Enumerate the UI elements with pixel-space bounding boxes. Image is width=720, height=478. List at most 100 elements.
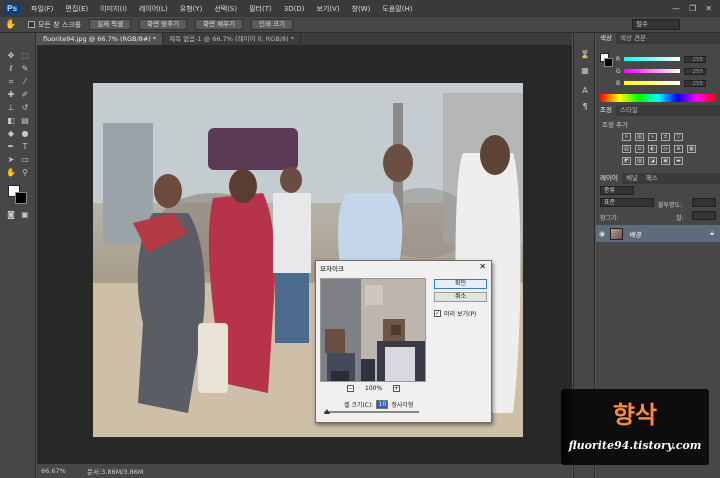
hue-sat-icon[interactable]: ▤ bbox=[622, 145, 631, 153]
bw-icon[interactable]: ◐ bbox=[648, 145, 657, 153]
fill-input[interactable] bbox=[692, 211, 716, 220]
tab-channels[interactable]: 채널 bbox=[622, 173, 642, 184]
checkbox-box[interactable] bbox=[28, 21, 35, 28]
cell-size-slider[interactable] bbox=[324, 411, 419, 413]
eyedropper-tool-icon[interactable]: ⁄ bbox=[19, 76, 31, 87]
dodge-tool-icon[interactable]: ● bbox=[19, 128, 31, 139]
marquee-tool-icon[interactable]: ⬚ bbox=[19, 50, 31, 61]
path-select-icon[interactable]: ➤ bbox=[5, 154, 17, 165]
color-balance-icon[interactable]: ⚖ bbox=[635, 145, 644, 153]
threshold-icon[interactable]: ◪ bbox=[648, 157, 657, 165]
brightness-icon[interactable]: ☼ bbox=[622, 133, 631, 141]
ok-button[interactable]: 확인 bbox=[434, 279, 487, 289]
green-value[interactable]: 255 bbox=[684, 67, 706, 75]
gradient-map-icon[interactable]: ▬ bbox=[674, 157, 683, 165]
preview-checkbox[interactable]: ✓ 미리 보기(P) bbox=[434, 309, 476, 318]
blur-tool-icon[interactable]: ◆ bbox=[5, 128, 17, 139]
layer-name[interactable]: 배경 bbox=[629, 229, 641, 239]
quick-select-tool-icon[interactable]: ✎ bbox=[19, 63, 31, 74]
close-icon[interactable]: ✕ bbox=[705, 4, 712, 13]
channel-mixer-icon[interactable]: ⊕ bbox=[674, 145, 683, 153]
history-icon[interactable]: ⌛ bbox=[579, 49, 591, 60]
hand-tool-icon[interactable]: ✋ bbox=[5, 167, 17, 178]
menu-layer[interactable]: 레이어(L) bbox=[139, 4, 168, 14]
print-size-button[interactable]: 인쇄 크기 bbox=[251, 19, 294, 30]
menu-select[interactable]: 선택(S) bbox=[214, 4, 237, 14]
restore-icon[interactable]: ❐ bbox=[689, 4, 696, 13]
lookup-icon[interactable]: ▦ bbox=[687, 145, 696, 153]
tab-paths[interactable]: 패스 bbox=[642, 173, 662, 184]
minimize-icon[interactable]: — bbox=[672, 4, 680, 13]
tab-swatches[interactable]: 색상 견본 bbox=[616, 33, 650, 44]
close-icon[interactable]: ✕ bbox=[479, 262, 486, 271]
quick-mask-icon[interactable]: ◙ bbox=[5, 209, 17, 220]
stamp-tool-icon[interactable]: ⊥ bbox=[5, 102, 17, 113]
menu-edit[interactable]: 편집(E) bbox=[65, 4, 88, 14]
character-icon[interactable]: A bbox=[579, 85, 591, 96]
selective-color-icon[interactable]: ▣ bbox=[661, 157, 670, 165]
blend-mode-select[interactable]: 표준 bbox=[600, 198, 654, 207]
gradient-tool-icon[interactable]: ▤ bbox=[19, 115, 31, 126]
history-brush-icon[interactable]: ↺ bbox=[19, 102, 31, 113]
vibrance-icon[interactable]: ▽ bbox=[674, 133, 683, 141]
pen-tool-icon[interactable]: ✒ bbox=[5, 141, 17, 152]
color-spectrum-bar[interactable] bbox=[600, 94, 716, 102]
photo-filter-icon[interactable]: ◎ bbox=[661, 145, 670, 153]
green-bar[interactable] bbox=[624, 69, 680, 73]
brush-tool-icon[interactable]: ✐ bbox=[19, 89, 31, 100]
zoom-out-button[interactable]: − bbox=[347, 385, 354, 392]
check-icon[interactable]: ✓ bbox=[434, 310, 441, 317]
hand-icon[interactable]: ✋ bbox=[4, 19, 18, 31]
zoom-tool-icon[interactable]: ⚲ bbox=[19, 167, 31, 178]
red-bar[interactable] bbox=[624, 57, 680, 61]
blue-value[interactable]: 255 bbox=[684, 79, 706, 87]
zoom-in-button[interactable]: + bbox=[393, 385, 400, 392]
exposure-icon[interactable]: ± bbox=[661, 133, 670, 141]
opacity-input[interactable] bbox=[692, 198, 716, 207]
tab-layers[interactable]: 레이어 bbox=[596, 173, 622, 184]
red-slider[interactable]: R 255 bbox=[616, 55, 716, 63]
paragraph-icon[interactable]: ¶ bbox=[579, 101, 591, 112]
scroll-all-windows-checkbox[interactable]: 모든 창 스크롤 bbox=[28, 20, 81, 30]
cell-size-input[interactable]: 10 bbox=[376, 400, 389, 409]
workspace-select[interactable]: 필수 bbox=[632, 19, 680, 30]
zoom-level[interactable]: 66.67% bbox=[37, 467, 73, 475]
tab-styles[interactable]: 스타일 bbox=[616, 105, 642, 116]
type-tool-icon[interactable]: T bbox=[19, 141, 31, 152]
levels-icon[interactable]: ▥ bbox=[635, 133, 644, 141]
lasso-tool-icon[interactable]: ℓ bbox=[5, 63, 17, 74]
invert-icon[interactable]: ◩ bbox=[622, 157, 631, 165]
menu-file[interactable]: 파일(F) bbox=[31, 4, 53, 14]
posterize-icon[interactable]: ▨ bbox=[635, 157, 644, 165]
menu-3d[interactable]: 3D(D) bbox=[284, 5, 305, 13]
background-color-swatch[interactable] bbox=[15, 192, 27, 204]
fit-screen-button[interactable]: 화면 맞추기 bbox=[139, 19, 188, 30]
shape-tool-icon[interactable]: ▭ bbox=[19, 154, 31, 165]
tab-color[interactable]: 색상 bbox=[596, 33, 616, 44]
color-bg-swatch[interactable] bbox=[604, 58, 613, 67]
properties-icon[interactable]: ▦ bbox=[579, 65, 591, 76]
layer-filter-select[interactable]: 종류 bbox=[600, 186, 634, 195]
move-tool-icon[interactable]: ✥ bbox=[5, 50, 17, 61]
actual-pixels-button[interactable]: 실제 픽셀 bbox=[89, 19, 132, 30]
tab-untitled-1[interactable]: 제목 없음-1 @ 66.7% (레이어 0, RGB/8) * bbox=[163, 33, 301, 45]
red-value[interactable]: 255 bbox=[684, 55, 706, 63]
menu-filter[interactable]: 필터(T) bbox=[249, 4, 272, 14]
menu-window[interactable]: 창(W) bbox=[352, 4, 371, 14]
tab-adjustments[interactable]: 조정 bbox=[596, 105, 616, 116]
tab-fluorite94[interactable]: fluorite94.jpg @ 66.7% (RGB/8#) * bbox=[37, 33, 164, 45]
cancel-button[interactable]: 취소 bbox=[434, 292, 487, 302]
curves-icon[interactable]: ∿ bbox=[648, 133, 657, 141]
filter-preview[interactable] bbox=[320, 278, 426, 382]
green-slider[interactable]: G 255 bbox=[616, 67, 716, 75]
menu-help[interactable]: 도움말(H) bbox=[382, 4, 412, 14]
screen-mode-icon[interactable]: ▣ bbox=[19, 209, 31, 220]
menu-view[interactable]: 보기(V) bbox=[316, 4, 339, 14]
menu-image[interactable]: 이미지(I) bbox=[100, 4, 127, 14]
slider-thumb[interactable] bbox=[324, 409, 330, 414]
crop-tool-icon[interactable]: ⌗ bbox=[5, 76, 17, 87]
healing-tool-icon[interactable]: ✚ bbox=[5, 89, 17, 100]
blue-slider[interactable]: B 255 bbox=[616, 79, 716, 87]
menu-type[interactable]: 유형(Y) bbox=[180, 4, 203, 14]
eraser-tool-icon[interactable]: ◧ bbox=[5, 115, 17, 126]
